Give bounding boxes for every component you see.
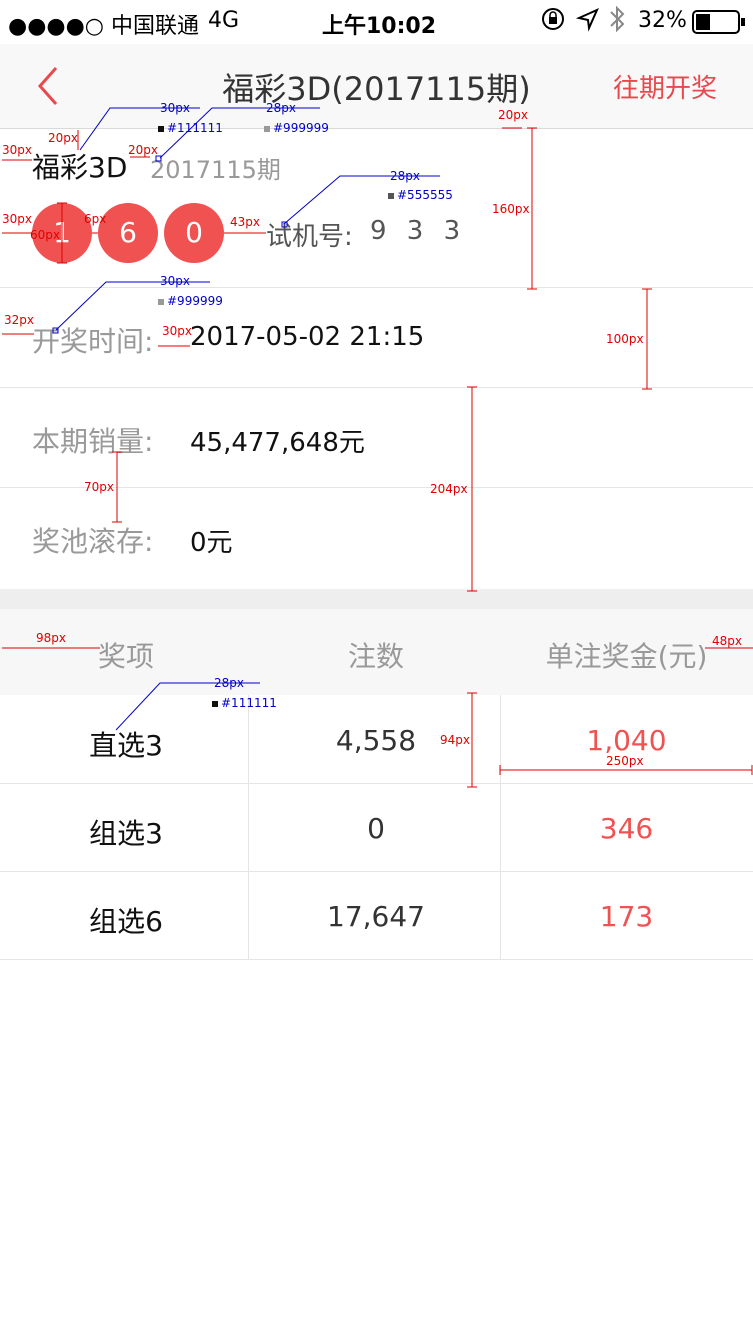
spec-color: #111111 (212, 696, 277, 710)
spec-label: 20px (48, 131, 78, 145)
spec-label: 30px (2, 143, 32, 157)
spec-label: 100px (606, 332, 644, 346)
spec-label: 6px (84, 212, 107, 226)
spec-label: 43px (230, 215, 260, 229)
spec-font-size: 30px (160, 101, 190, 115)
spec-font-size: 28px (214, 676, 244, 690)
spec-label: 204px (430, 482, 468, 496)
spec-label: 60px (30, 228, 60, 242)
spec-label: 30px (2, 212, 32, 226)
spec-color: #111111 (158, 121, 223, 135)
spec-label: 70px (84, 480, 114, 494)
spec-label: 94px (440, 733, 470, 747)
spec-font-size: 28px (266, 101, 296, 115)
spec-color: #999999 (158, 294, 223, 308)
spec-label: 32px (4, 313, 34, 327)
spec-label: 20px (498, 108, 528, 122)
spec-label: 48px (712, 634, 742, 648)
spec-label: 30px (162, 324, 192, 338)
spec-label: 20px (128, 143, 158, 157)
spec-font-size: 28px (390, 169, 420, 183)
spec-color: #555555 (388, 188, 453, 202)
spec-label: 98px (36, 631, 66, 645)
spec-label: 160px (492, 202, 530, 216)
spec-lines (2, 107, 753, 788)
spec-font-size: 30px (160, 274, 190, 288)
spec-color: #999999 (264, 121, 329, 135)
spec-label: 250px (606, 754, 644, 768)
